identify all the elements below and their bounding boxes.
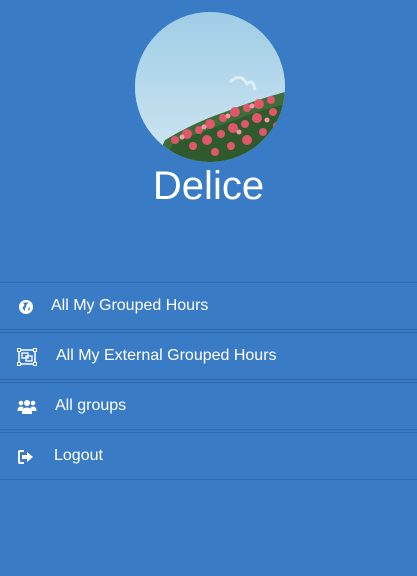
avatar[interactable] [135, 12, 285, 162]
menu-item-all-groups[interactable]: All groups [0, 382, 417, 430]
menu-item-all-my-grouped-hours[interactable]: All My Grouped Hours [0, 282, 417, 330]
menu-item-label: All My Grouped Hours [51, 297, 209, 314]
profile-name: Delice [152, 164, 265, 208]
menu-item-label: All groups [55, 397, 127, 414]
object-group-icon [17, 347, 37, 367]
sign-out-icon [16, 447, 36, 467]
avatar-photo [135, 12, 285, 162]
menu-item-label: All My External Grouped Hours [56, 347, 277, 364]
menu-item-logout[interactable]: Logout [0, 432, 417, 480]
globe-icon [16, 297, 36, 317]
users-icon [17, 397, 37, 417]
menu-item-label: Logout [54, 447, 103, 464]
menu-item-all-my-external-grouped-hours[interactable]: All My External Grouped Hours [0, 332, 417, 380]
sidebar-menu: All My Grouped Hours All My External Gro… [0, 282, 417, 480]
profile-header: Delice [0, 0, 417, 282]
